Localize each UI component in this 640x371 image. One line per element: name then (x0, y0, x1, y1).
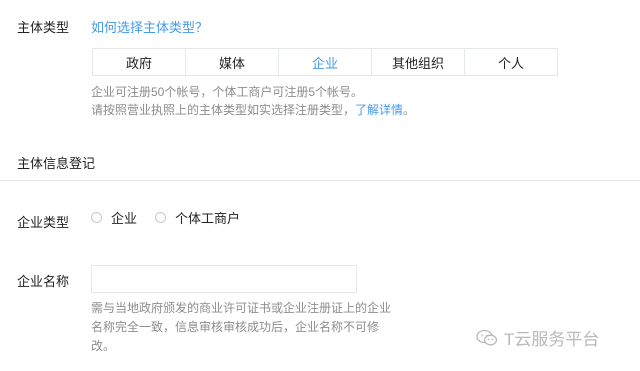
how-to-choose-link[interactable]: 如何选择主体类型？ (91, 17, 208, 36)
registration-type-tip-end: 。 (403, 103, 416, 117)
section-divider (0, 180, 640, 181)
tab-enterprise[interactable]: 企业 (279, 49, 372, 75)
radio-individual-business[interactable]: 个体工商户 (155, 208, 240, 227)
tab-government[interactable]: 政府 (93, 49, 186, 75)
company-name-hint-line3: 改。 (91, 339, 116, 353)
wechat-icon (476, 329, 498, 345)
radio-individual-business-label: 个体工商户 (175, 211, 241, 226)
radio-enterprise-label: 企业 (111, 211, 138, 226)
account-limit-tip: 企业可注册50个帐号，个体工商户可注册5个帐号。 (91, 85, 364, 99)
radio-circle-icon[interactable] (91, 212, 102, 223)
learn-more-link[interactable]: 了解详情 (355, 103, 403, 117)
tab-media[interactable]: 媒体 (186, 49, 279, 75)
company-type-radio-group: 企业 个体工商户 (91, 208, 258, 227)
radio-circle-icon[interactable] (155, 212, 167, 223)
entity-type-label: 主体类型 (17, 20, 70, 35)
watermark-text: T云服务平台 (504, 330, 600, 349)
registration-type-tip-text: 请按照营业执照上的主体类型如实选择注册类型， (91, 103, 356, 117)
radio-enterprise[interactable]: 企业 (91, 208, 137, 227)
company-name-label: 企业名称 (17, 274, 70, 289)
watermark: T云服务平台 (476, 325, 599, 350)
registration-type-tip: 请按照营业执照上的主体类型如实选择注册类型，了解详情。 (91, 101, 415, 119)
section-title: 主体信息登记 (17, 156, 96, 171)
company-name-hint-line2: 名称完全一致，信息审核审核成功后，企业名称不可修 (91, 320, 380, 334)
company-name-input[interactable] (91, 265, 357, 293)
company-name-hint-line1: 需与当地政府颁发的商业许可证书或企业注册证上的企业 (91, 301, 392, 315)
entity-type-tabs: 政府 媒体 企业 其他组织 个人 (92, 48, 558, 76)
tab-individual[interactable]: 个人 (465, 49, 557, 75)
tab-other-organization[interactable]: 其他组织 (372, 49, 465, 75)
company-type-label: 企业类型 (17, 215, 70, 230)
